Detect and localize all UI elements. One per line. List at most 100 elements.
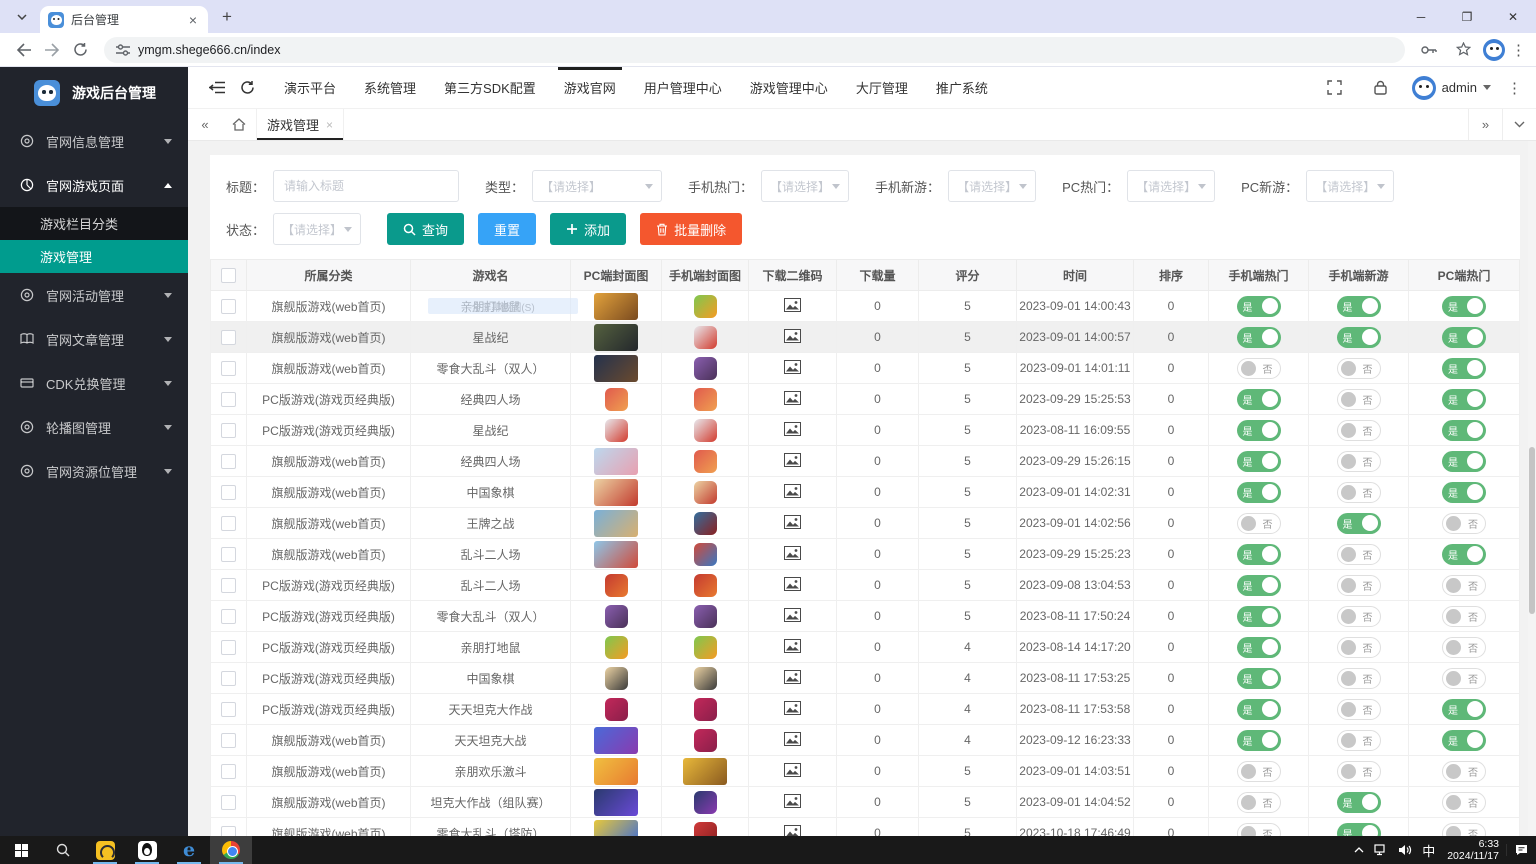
qr-image-placeholder-icon[interactable] bbox=[784, 762, 801, 780]
row-checkbox[interactable] bbox=[221, 453, 236, 469]
qr-image-placeholder-icon[interactable] bbox=[784, 638, 801, 656]
network-icon[interactable] bbox=[1369, 844, 1393, 856]
ime-indicator[interactable]: 中 bbox=[1417, 841, 1440, 860]
toggle-off[interactable]: 否 bbox=[1442, 760, 1486, 782]
window-maximize-button[interactable]: ❐ bbox=[1444, 0, 1490, 33]
cover-thumbnail[interactable] bbox=[693, 356, 717, 380]
select-all-checkbox[interactable] bbox=[221, 267, 236, 283]
user-menu[interactable]: admin bbox=[1411, 75, 1491, 100]
cover-thumbnail[interactable] bbox=[604, 666, 628, 690]
toggle-on[interactable]: 是 bbox=[1336, 512, 1381, 534]
toggle-on[interactable]: 是 bbox=[1442, 481, 1486, 503]
fullscreen-icon[interactable] bbox=[1320, 73, 1350, 103]
toggle-off[interactable]: 否 bbox=[1236, 822, 1281, 836]
toggle-on[interactable]: 是 bbox=[1236, 636, 1281, 658]
cover-thumbnail[interactable] bbox=[693, 666, 717, 690]
top-nav-item-4[interactable]: 用户管理中心 bbox=[630, 67, 736, 108]
cover-thumbnail[interactable] bbox=[683, 757, 727, 785]
cover-thumbnail[interactable] bbox=[594, 478, 638, 506]
toggle-on[interactable]: 是 bbox=[1236, 543, 1281, 565]
browser-tab[interactable]: 后台管理 × bbox=[40, 6, 208, 33]
filter-select-4[interactable]: 【请选择】 bbox=[1127, 170, 1216, 202]
title-search-input[interactable] bbox=[273, 170, 460, 202]
toggle-off[interactable]: 否 bbox=[1442, 574, 1486, 596]
row-checkbox[interactable] bbox=[221, 608, 236, 624]
toggle-off[interactable]: 否 bbox=[1442, 822, 1486, 836]
cover-thumbnail[interactable] bbox=[604, 635, 628, 659]
header-more-icon[interactable]: ⋮ bbox=[1507, 79, 1522, 97]
toggle-on[interactable]: 是 bbox=[1442, 388, 1486, 410]
taskbar-app-edge[interactable]: e bbox=[168, 836, 210, 864]
row-checkbox[interactable] bbox=[221, 422, 236, 438]
toggle-off[interactable]: 否 bbox=[1336, 419, 1381, 441]
cover-thumbnail[interactable] bbox=[594, 788, 638, 816]
toggle-on[interactable]: 是 bbox=[1442, 698, 1486, 720]
content-scrollbar[interactable] bbox=[1528, 141, 1536, 836]
toggle-on[interactable]: 是 bbox=[1236, 419, 1281, 441]
toggle-on[interactable]: 是 bbox=[1236, 326, 1281, 348]
cover-thumbnail[interactable] bbox=[604, 604, 628, 628]
cover-thumbnail[interactable] bbox=[693, 821, 717, 836]
qr-image-placeholder-icon[interactable] bbox=[784, 514, 801, 532]
cover-thumbnail[interactable] bbox=[693, 697, 717, 721]
collapse-sidebar-icon[interactable] bbox=[202, 73, 232, 103]
toggle-off[interactable]: 否 bbox=[1336, 636, 1381, 658]
qr-image-placeholder-icon[interactable] bbox=[784, 390, 801, 408]
filter-select-5[interactable]: 【请选择】 bbox=[1306, 170, 1395, 202]
toggle-off[interactable]: 否 bbox=[1336, 388, 1381, 410]
qr-image-placeholder-icon[interactable] bbox=[784, 793, 801, 811]
cover-thumbnail[interactable] bbox=[693, 573, 717, 597]
cover-thumbnail[interactable] bbox=[604, 697, 628, 721]
toggle-on[interactable]: 是 bbox=[1442, 450, 1486, 472]
toggle-on[interactable]: 是 bbox=[1336, 295, 1381, 317]
lock-icon[interactable] bbox=[1366, 73, 1396, 103]
cover-thumbnail[interactable] bbox=[594, 726, 638, 754]
add-button[interactable]: 添加 bbox=[550, 213, 627, 245]
qr-image-placeholder-icon[interactable] bbox=[784, 328, 801, 346]
toggle-on[interactable]: 是 bbox=[1442, 419, 1486, 441]
toggle-on[interactable]: 是 bbox=[1442, 543, 1486, 565]
toggle-off[interactable]: 否 bbox=[1236, 791, 1281, 813]
cover-thumbnail[interactable] bbox=[693, 480, 717, 504]
qr-image-placeholder-icon[interactable] bbox=[784, 576, 801, 594]
toggle-off[interactable]: 否 bbox=[1442, 791, 1486, 813]
toggle-off[interactable]: 否 bbox=[1336, 667, 1381, 689]
toggle-on[interactable]: 是 bbox=[1236, 605, 1281, 627]
reload-icon[interactable] bbox=[66, 36, 94, 64]
top-nav-item-1[interactable]: 系统管理 bbox=[350, 67, 430, 108]
qr-image-placeholder-icon[interactable] bbox=[784, 359, 801, 377]
sidebar-item-1[interactable]: 官网游戏页面 bbox=[0, 163, 188, 207]
window-minimize-button[interactable]: ─ bbox=[1398, 0, 1444, 33]
toggle-on[interactable]: 是 bbox=[1442, 357, 1486, 379]
row-checkbox[interactable] bbox=[221, 701, 236, 717]
cover-thumbnail[interactable] bbox=[693, 790, 717, 814]
row-checkbox[interactable] bbox=[221, 546, 236, 562]
batch-delete-button[interactable]: 批量删除 bbox=[640, 213, 743, 245]
browser-menu-icon[interactable]: ⋮ bbox=[1511, 41, 1526, 59]
row-checkbox[interactable] bbox=[221, 298, 236, 314]
new-tab-button[interactable]: + bbox=[214, 4, 240, 30]
filter-select-2[interactable]: 【请选择】 bbox=[761, 170, 850, 202]
cover-thumbnail[interactable] bbox=[693, 635, 717, 659]
toggle-off[interactable]: 否 bbox=[1336, 481, 1381, 503]
taskbar-app-pc-manager[interactable] bbox=[84, 836, 126, 864]
qr-image-placeholder-icon[interactable] bbox=[784, 452, 801, 470]
row-checkbox[interactable] bbox=[221, 577, 236, 593]
row-checkbox[interactable] bbox=[221, 515, 236, 531]
cover-thumbnail[interactable] bbox=[594, 354, 638, 382]
toggle-on[interactable]: 是 bbox=[1236, 574, 1281, 596]
toggle-off[interactable]: 否 bbox=[1236, 512, 1281, 534]
top-nav-item-5[interactable]: 游戏管理中心 bbox=[736, 67, 842, 108]
toggle-on[interactable]: 是 bbox=[1336, 822, 1381, 836]
query-button[interactable]: 查询 bbox=[387, 213, 465, 245]
tabs-menu-icon[interactable] bbox=[1502, 109, 1536, 140]
toggle-off[interactable]: 否 bbox=[1236, 357, 1281, 379]
top-nav-item-6[interactable]: 大厅管理 bbox=[842, 67, 922, 108]
toggle-on[interactable]: 是 bbox=[1236, 450, 1281, 472]
volume-icon[interactable] bbox=[1393, 844, 1417, 856]
row-checkbox[interactable] bbox=[221, 360, 236, 376]
browser-profile-avatar[interactable] bbox=[1483, 38, 1505, 61]
page-tab-game-management[interactable]: 游戏管理 × bbox=[256, 109, 345, 140]
sidebar-subitem-1-0[interactable]: 游戏栏目分类 bbox=[0, 207, 188, 240]
toggle-off[interactable]: 否 bbox=[1442, 667, 1486, 689]
